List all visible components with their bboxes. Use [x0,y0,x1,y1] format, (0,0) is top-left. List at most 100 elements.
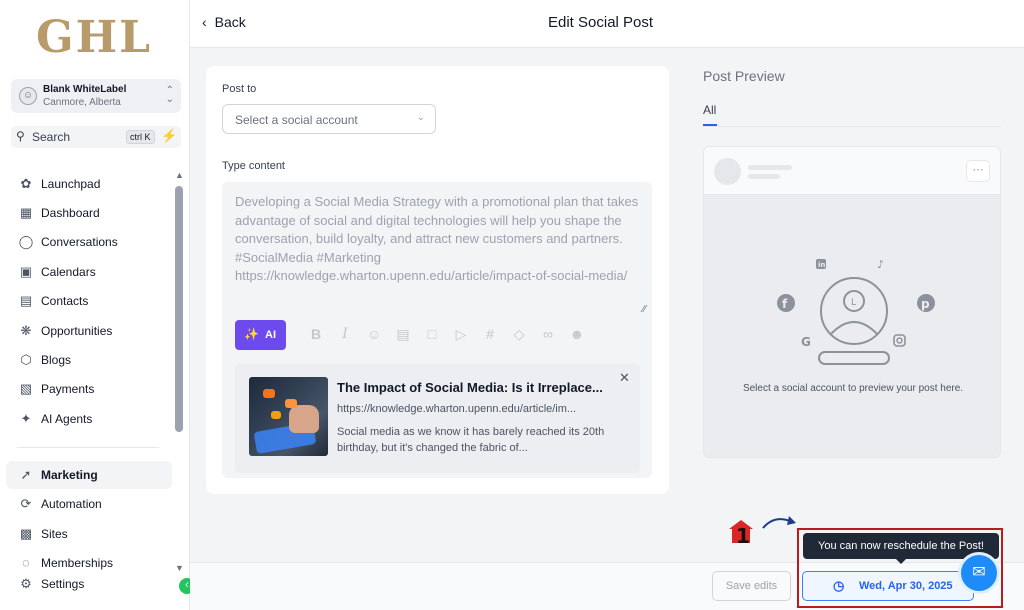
automation-icon: ⟳ [20,496,32,511]
linkedin-icon: in [816,259,826,269]
document-icon[interactable]: □ [423,326,441,342]
page-header: ‹ Back Edit Social Post [190,0,1024,48]
sidebar-item-label: AI Agents [41,412,93,426]
back-label: Back [214,14,246,30]
more-options-icon[interactable]: ⋯ [966,160,990,182]
receipt-icon: ▧ [19,381,33,396]
sidebar-item-payments[interactable]: ▧ Payments [6,375,172,403]
ai-button-label: AI [265,329,276,341]
image-icon[interactable]: ▤ [394,326,412,343]
ai-button[interactable]: ✨ AI [235,320,286,350]
account-location: Canmore, Alberta [43,97,121,108]
post-editor-card: Post to Select a social account ⌄ Type c… [206,66,669,494]
ai-sparkle-icon: ✨ [244,327,259,341]
link-preview-title: The Impact of Social Media: Is it Irrepl… [337,380,603,395]
account-switcher[interactable]: ☺ Blank WhiteLabel Canmore, Alberta ⌃ ⌄ [11,79,181,113]
sidebar-item-label: Launchpad [41,177,101,191]
bold-icon[interactable]: B [307,326,325,342]
svg-text:p: p [921,297,930,311]
video-icon[interactable]: ▷ [452,326,470,343]
content-editor[interactable]: Developing a Social Media Strategy with … [222,182,652,478]
content-text[interactable]: Developing a Social Media Strategy with … [235,193,645,286]
svg-text:f: f [782,297,788,311]
sidebar-item-label: Contacts [41,294,89,308]
step-marker: 1 [728,518,758,548]
page-title: Edit Social Post [548,14,654,31]
sidebar-item-sites[interactable]: ▩ Sites [6,520,172,548]
sidebar-item-contacts[interactable]: ▤ Contacts [6,287,172,315]
memberships-icon: ◌ [22,555,30,570]
calendar-icon: ▣ [19,264,33,279]
emoji-icon[interactable]: ☺ [365,326,383,342]
italic-icon[interactable]: I [336,326,354,342]
post-to-label: Post to [222,83,257,95]
link-preview-thumbnail [249,377,328,456]
link-preview-card[interactable]: The Impact of Social Media: Is it Irrepl… [235,364,640,473]
sidebar-item-label: Opportunities [41,324,113,338]
scroll-down-arrow-icon[interactable]: ▼ [175,563,184,573]
link-icon[interactable]: ∞ [539,326,557,342]
link-preview-url: https://knowledge.wharton.upenn.edu/arti… [337,403,577,415]
google-icon: G [801,335,811,349]
sparkle-icon: ✦ [20,411,32,426]
sidebar-item-label: Marketing [41,468,98,482]
back-button[interactable]: ‹ Back [202,14,246,30]
sidebar-item-label: Calendars [41,265,96,279]
search-bar[interactable]: ⚲ Search ctrl K ⚡ [11,126,181,148]
search-label: Search [32,130,71,144]
social-account-select[interactable]: Select a social account ⌄ [222,104,436,134]
tooltip-arrow [896,559,906,564]
sidebar-item-automation[interactable]: ⟳ Automation [6,490,172,518]
sidebar-divider [17,447,159,448]
account-avatar-icon: ☺ [19,87,37,105]
sidebar-item-label: Blogs [41,353,72,367]
sidebar-item-launchpad[interactable]: ✿ Launchpad [6,170,172,198]
sidebar-item-calendars[interactable]: ▣ Calendars [6,258,172,286]
sites-icon: ▩ [19,526,33,541]
tab-divider [703,126,1001,127]
scroll-up-arrow-icon[interactable]: ▲ [175,170,184,180]
sidebar-item-label: Automation [41,497,102,511]
close-icon[interactable]: ✕ [619,370,630,386]
rocket-icon: ✿ [20,176,32,191]
hashtag-icon[interactable]: # [481,326,499,342]
preview-title: Post Preview [703,68,785,84]
svg-text:L: L [851,298,856,308]
sidebar-item-conversations[interactable]: ◯ Conversations [6,228,172,256]
svg-text:♪: ♪ [877,258,884,271]
lightning-icon[interactable]: ⚡ [161,128,177,144]
user-icon[interactable]: ☻ [568,326,586,342]
search-shortcut-badge: ctrl K [126,130,155,144]
step-number: 1 [736,524,750,548]
curved-arrow-icon [762,516,796,529]
sidebar-item-marketing[interactable]: ➚ Marketing [6,461,172,489]
preview-avatar [714,158,741,185]
preview-empty-message: Select a social account to preview your … [742,383,964,394]
svg-text:G: G [801,335,811,349]
sidebar-item-ai-agents[interactable]: ✦ AI Agents [6,405,172,433]
sidebar-item-opportunities[interactable]: ❋ Opportunities [6,317,172,345]
svg-text:in: in [818,261,825,269]
sidebar-item-label: Dashboard [41,206,100,220]
chevron-down-icon: ⌄ [416,112,425,123]
preview-handle-placeholder [748,174,780,179]
sidebar-item-settings[interactable]: ⚙ Settings [6,570,172,598]
social-accounts-illustration: L f p in ♪ G [777,258,935,365]
post-preview-card: ⋯ L f p in ♪ G Select a social account t [703,146,1001,458]
tab-all[interactable]: All [703,103,716,117]
sidebar-item-dashboard[interactable]: ▦ Dashboard [6,199,172,227]
sidebar-scrollbar[interactable] [175,186,183,432]
contacts-icon: ▤ [19,293,33,308]
sidebar-item-blogs[interactable]: ⬡ Blogs [6,346,172,374]
brand-logo[interactable]: GHL [36,12,152,63]
help-chat-button[interactable]: ✉ [958,552,1000,594]
cube-icon: ⬡ [20,352,32,367]
grid-icon: ▦ [19,205,33,220]
tiktok-icon: ♪ [877,258,884,271]
save-edits-button[interactable]: Save edits [712,571,791,601]
resize-handle-icon[interactable]: ∕∕ [643,304,646,315]
chevron-updown-icon: ⌃ ⌄ [165,85,174,105]
chevron-left-icon: ‹ [202,14,207,30]
tag-icon[interactable]: ◇ [510,326,528,343]
gear-icon: ⚙ [20,576,32,591]
